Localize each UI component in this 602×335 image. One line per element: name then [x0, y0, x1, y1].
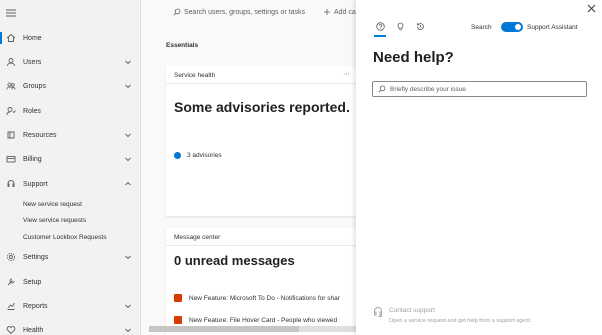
advisories-label: 3 advisories [187, 152, 222, 159]
nav-item-settings[interactable]: Settings [0, 247, 141, 267]
main-content: Search users, groups, settings or tasks … [141, 0, 356, 335]
resources-icon [6, 130, 16, 140]
message-center-heading: 0 unread messages [174, 253, 295, 268]
card-title: Service health [174, 72, 216, 79]
nav-item-support[interactable]: Support [0, 174, 141, 194]
headset-icon [373, 306, 383, 318]
setup-icon [6, 277, 16, 287]
search-tab-label[interactable]: Search [471, 24, 492, 31]
reports-icon [6, 301, 16, 311]
chevron-down-icon [124, 155, 132, 163]
health-icon [6, 325, 16, 335]
chevron-down-icon [124, 326, 132, 334]
left-nav: Home Users Groups Roles Resources Billin… [0, 0, 141, 335]
groups-icon [6, 81, 16, 91]
nav-label: Home [23, 34, 42, 42]
nav-subitem-new-service-request[interactable]: New service request [23, 201, 82, 208]
office-icon [174, 316, 182, 324]
chevron-down-icon [124, 253, 132, 261]
nav-label: Users [23, 58, 42, 66]
nav-label: Setup [23, 278, 42, 286]
nav-item-health[interactable]: Health [0, 320, 141, 335]
message-text: New Feature: Microsoft To Do - Notificat… [189, 294, 340, 302]
message-item[interactable]: New Feature: File Hover Card - People wh… [174, 316, 337, 324]
support-assistant-toggle[interactable] [501, 22, 523, 32]
nav-item-reports[interactable]: Reports [0, 296, 141, 316]
top-bar: Search users, groups, settings or tasks … [141, 0, 356, 27]
chevron-up-icon [124, 180, 132, 188]
service-health-heading: Some advisories reported. [174, 99, 350, 115]
nav-label: Support [23, 180, 48, 188]
add-card-button[interactable]: Add ca [323, 8, 356, 16]
history-icon[interactable] [416, 22, 425, 31]
message-item[interactable]: New Feature: Microsoft To Do - Notificat… [174, 294, 340, 302]
chevron-down-icon [124, 302, 132, 310]
nav-label: Settings [23, 253, 49, 261]
active-tab-indicator [374, 35, 386, 37]
office-icon [174, 294, 182, 302]
search-icon [378, 85, 386, 93]
message-text: New Feature: File Hover Card - People wh… [189, 316, 338, 324]
essentials-heading: Essentials [166, 42, 199, 49]
divider [166, 83, 356, 84]
nav-item-users[interactable]: Users [0, 52, 141, 72]
help-panel: Search Support Assistant Need help? Cont… [356, 0, 602, 335]
nav-item-resources[interactable]: Resources [0, 125, 141, 145]
nav-label: Health [23, 326, 44, 334]
roles-icon [6, 106, 16, 116]
message-center-card[interactable]: Message center 0 unread messages New Fea… [166, 228, 356, 335]
gear-icon [6, 252, 16, 262]
help-question-icon[interactable] [376, 22, 385, 31]
nav-label: Resources [23, 131, 57, 139]
home-icon [6, 33, 16, 43]
nav-subitem-customer-lockbox-requests[interactable]: Customer Lockbox Requests [23, 234, 106, 241]
user-icon [6, 57, 16, 67]
nav-label: Roles [23, 107, 41, 115]
issue-input[interactable] [390, 85, 580, 93]
billing-icon [6, 154, 16, 164]
nav-item-setup[interactable]: Setup [0, 272, 141, 292]
chevron-down-icon [124, 58, 132, 66]
plus-icon [323, 8, 331, 16]
support-assistant-label: Support Assistant [527, 24, 578, 31]
contact-support-description: Open a service request and get help from… [389, 318, 532, 324]
lightbulb-icon[interactable] [396, 22, 405, 31]
search-placeholder: Search users, groups, settings or tasks [184, 8, 305, 16]
horizontal-scrollbar[interactable] [149, 326, 356, 332]
issue-search-field[interactable] [372, 81, 587, 97]
contact-support-link[interactable]: Contact support [389, 307, 435, 314]
nav-item-home[interactable]: Home [0, 28, 141, 48]
nav-label: Reports [23, 302, 48, 310]
advisories-link[interactable]: 3 advisories [174, 152, 222, 159]
scrollbar-thumb[interactable] [149, 326, 299, 332]
nav-label: Groups [23, 82, 46, 90]
search-box[interactable]: Search users, groups, settings or tasks [173, 8, 305, 16]
search-icon [173, 8, 181, 16]
hamburger-menu-icon[interactable] [5, 7, 17, 19]
help-title: Need help? [373, 49, 454, 66]
add-card-label: Add ca [334, 8, 356, 16]
nav-item-billing[interactable]: Billing [0, 149, 141, 169]
active-indicator [0, 32, 2, 44]
chevron-down-icon [124, 131, 132, 139]
nav-subitem-view-service-requests[interactable]: View service requests [23, 217, 86, 224]
chevron-down-icon [124, 82, 132, 90]
service-health-card[interactable]: Service health ⋯ Some advisories reporte… [166, 66, 356, 216]
nav-label: Billing [23, 155, 42, 163]
info-icon [174, 152, 181, 159]
more-options-icon[interactable]: ⋯ [343, 70, 350, 78]
close-icon[interactable] [587, 4, 596, 13]
divider [166, 245, 356, 246]
card-title: Message center [174, 234, 221, 241]
nav-item-groups[interactable]: Groups [0, 76, 141, 96]
nav-item-roles[interactable]: Roles [0, 101, 141, 121]
support-icon [6, 179, 16, 189]
